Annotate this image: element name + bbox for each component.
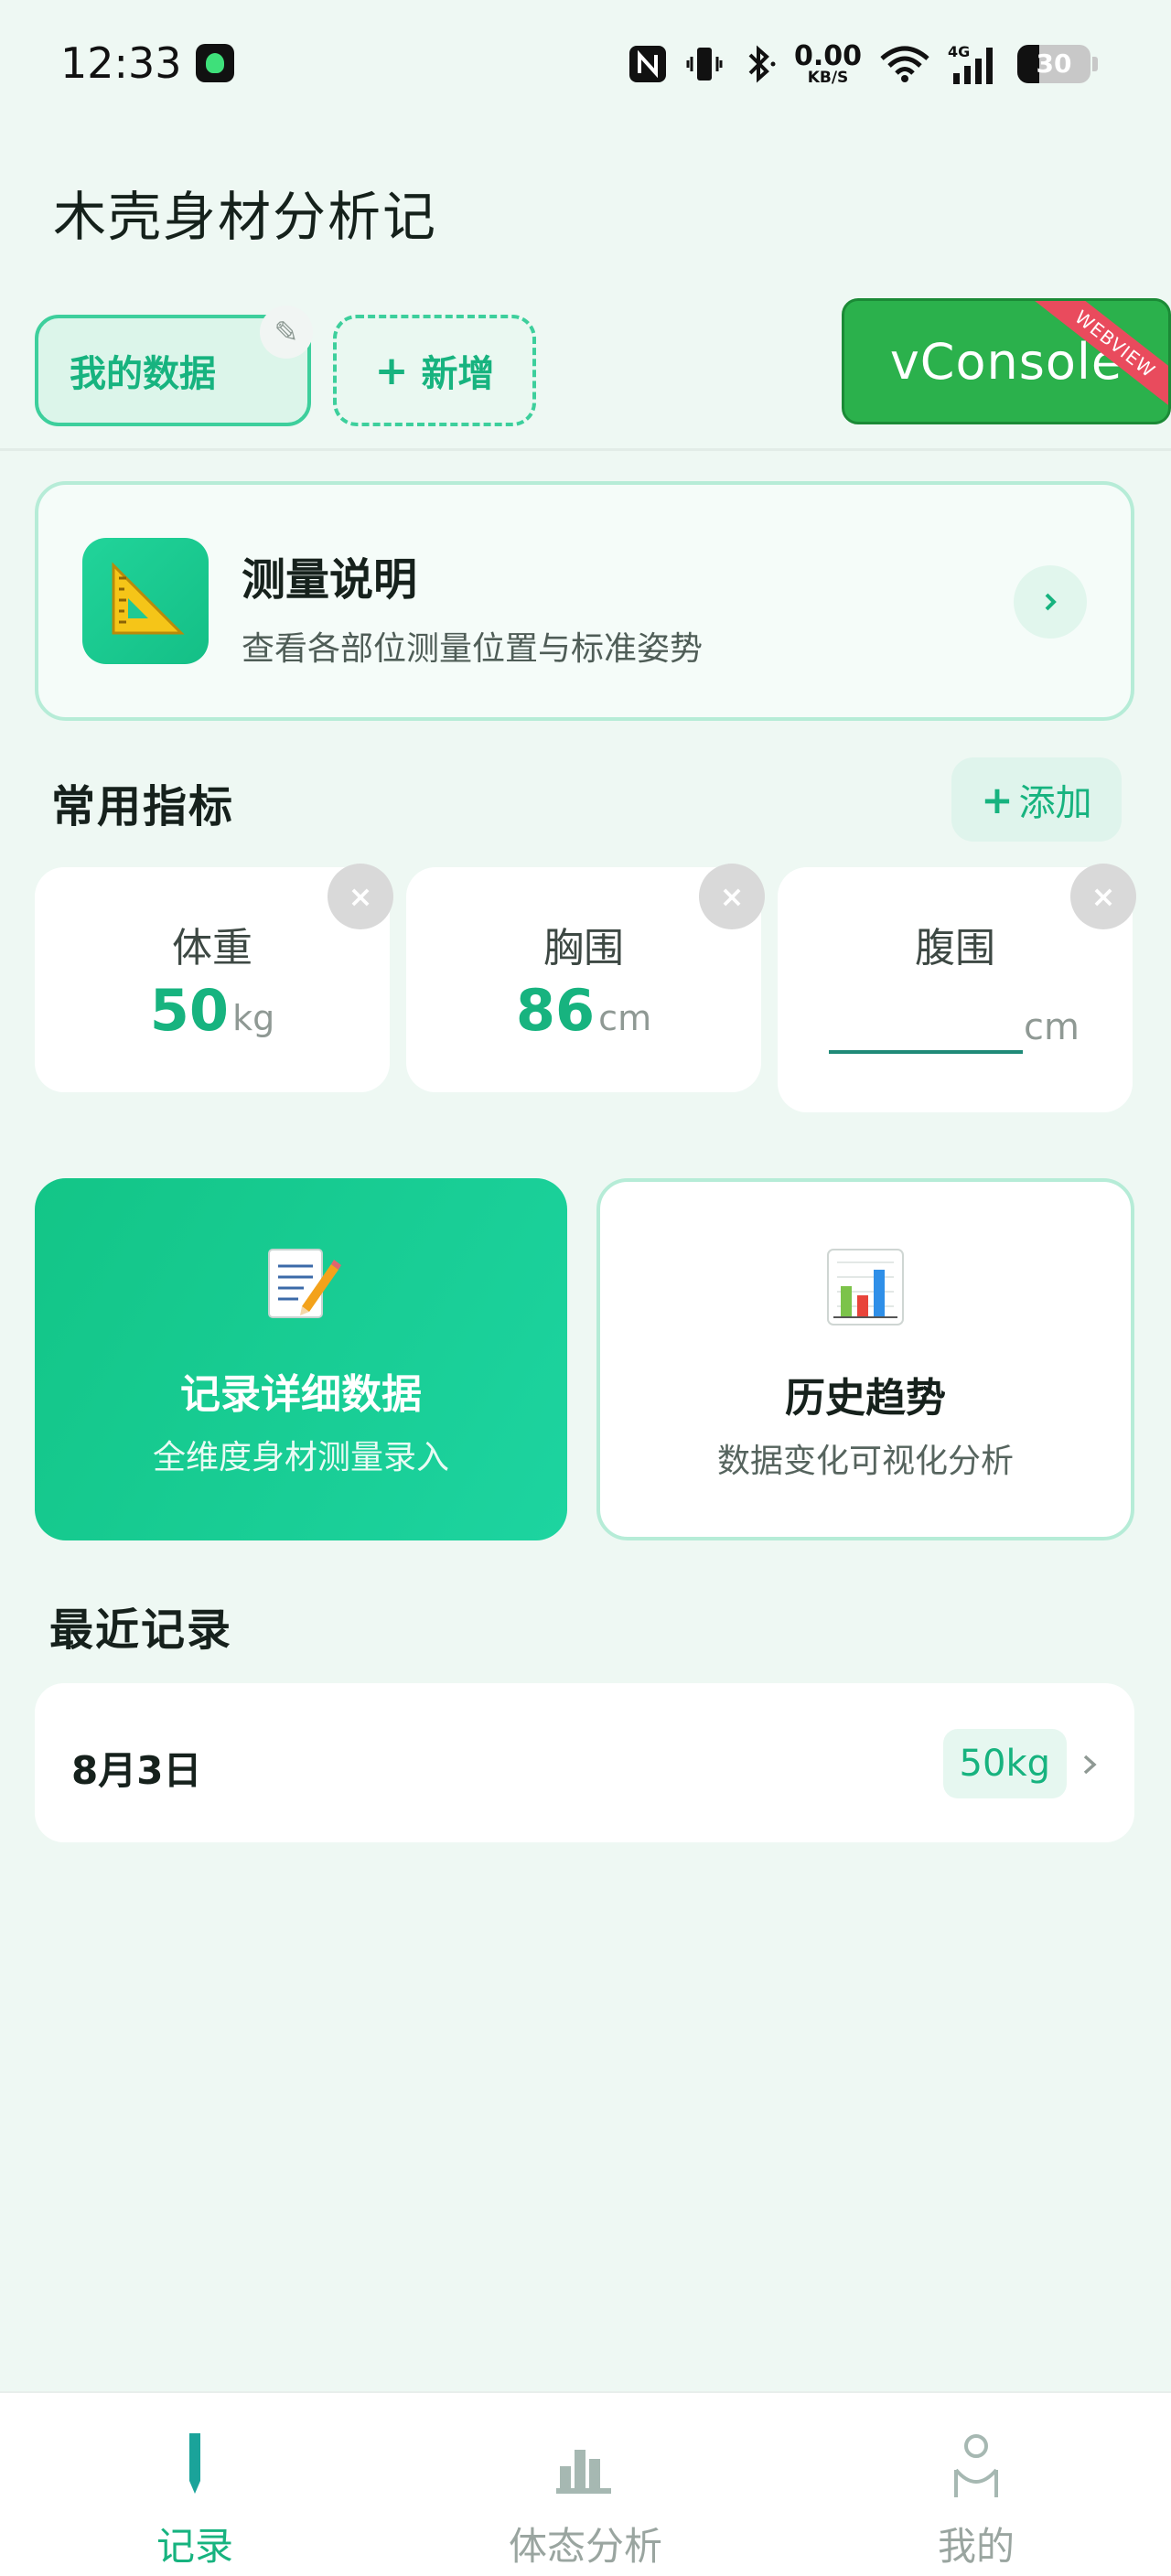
metric-card-waist[interactable]: × 腹围 cm — [778, 864, 1136, 1112]
bar-chart-icon — [556, 2450, 611, 2494]
net-speed-value: 0.00 — [793, 39, 862, 72]
net-speed-unit: KB/S — [807, 68, 849, 87]
bluetooth-icon — [748, 45, 776, 83]
network-type: 4G — [948, 43, 970, 60]
metric-card-chest[interactable]: × 胸围 86 cm — [406, 864, 765, 1092]
metric-card-weight[interactable]: × 体重 50 kg — [35, 864, 393, 1092]
edit-pencil-icon[interactable]: ✎ — [260, 306, 313, 359]
metric-unit: kg — [232, 998, 275, 1038]
memo-pencil-icon — [268, 1249, 341, 1318]
metric-number: 50 — [149, 977, 230, 1044]
measurement-guide-card[interactable]: 测量说明 查看各部位测量位置与标准姿势 — [35, 481, 1134, 721]
app-screen: 12:33 0.00 KB/S 4G 30 木壳身材分析记 我的数据 ✎ + 新… — [0, 0, 1171, 2576]
record-detail-button[interactable]: 记录详细数据 全维度身材测量录入 — [35, 1178, 567, 1540]
nav-tab-record[interactable]: 记录 — [0, 2393, 390, 2576]
nav-tab-label: 记录 — [156, 2524, 233, 2569]
tab-my-data[interactable]: 我的数据 ✎ — [35, 306, 313, 426]
metric-name: 体重 — [172, 925, 252, 971]
record-date: 8月3日 — [71, 1748, 202, 1793]
vconsole-button[interactable]: vConsole WEBVIEW — [842, 298, 1171, 424]
person-icon — [954, 2434, 998, 2497]
record-weight-badge: 50kg — [942, 1729, 1067, 1798]
status-bar: 12:33 0.00 KB/S 4G 30 — [0, 0, 1171, 128]
tab-my-data-label: 我的数据 — [70, 353, 216, 395]
plus-icon: + — [981, 777, 1014, 822]
metric-value: 50 kg — [35, 977, 390, 1044]
music-app-notification-icon — [196, 44, 234, 82]
nav-tab-label: 体态分析 — [508, 2524, 662, 2569]
bar-chart-icon — [827, 1249, 904, 1326]
metric-name: 腹围 — [915, 925, 995, 971]
chevron-right-icon — [1083, 1755, 1097, 1775]
guide-subtitle: 查看各部位测量位置与标准姿势 — [242, 630, 704, 668]
net-speed: 0.00 KB/S — [793, 39, 862, 87]
page-title: 木壳身材分析记 — [53, 186, 438, 248]
cellular-signal-icon: 4G — [948, 43, 993, 84]
status-time: 12:33 — [60, 38, 182, 88]
pen-icon — [189, 2433, 200, 2494]
list-item[interactable]: 8月3日 50kg — [35, 1683, 1134, 1842]
history-trend-button[interactable]: 历史趋势 数据变化可视化分析 — [596, 1178, 1134, 1540]
add-profile-label: 新增 — [421, 353, 495, 395]
waist-input[interactable] — [829, 1004, 1023, 1054]
plus-icon: + — [374, 347, 409, 394]
bottom-nav: 记录 体态分析 我的 — [0, 2391, 1171, 2576]
add-metric-label: 添加 — [1018, 782, 1092, 824]
record-detail-subtitle: 全维度身材测量录入 — [152, 1439, 449, 1476]
history-trend-title: 历史趋势 — [785, 1375, 946, 1422]
common-metrics-title: 常用指标 — [51, 781, 235, 832]
add-metric-button[interactable]: + 添加 — [951, 757, 1122, 842]
wifi-icon — [880, 46, 929, 82]
record-detail-title: 记录详细数据 — [180, 1371, 422, 1418]
nav-tab-mine[interactable]: 我的 — [781, 2393, 1171, 2576]
metric-number: 86 — [515, 977, 596, 1044]
add-profile-button[interactable]: + 新增 — [333, 315, 536, 426]
metric-unit: cm — [1024, 1006, 1080, 1048]
battery-tip — [1092, 57, 1098, 71]
recent-records-title: 最近记录 — [49, 1605, 233, 1656]
vibrate-icon — [686, 48, 723, 80]
metric-unit: cm — [598, 998, 652, 1038]
status-icons: 0.00 KB/S 4G 30 — [628, 37, 1098, 91]
header-divider — [0, 448, 1171, 451]
chevron-right-icon[interactable] — [1014, 565, 1087, 639]
nav-tab-posture-analysis[interactable]: 体态分析 — [391, 2393, 780, 2576]
history-trend-subtitle: 数据变化可视化分析 — [716, 1443, 1014, 1480]
guide-title: 测量说明 — [242, 554, 418, 606]
battery-icon: 30 — [1017, 45, 1090, 83]
battery-text: 30 — [1036, 48, 1072, 79]
metric-name: 胸围 — [543, 925, 624, 971]
nav-tab-label: 我的 — [937, 2524, 1015, 2569]
metric-value: 86 cm — [406, 977, 761, 1044]
triangle-ruler-icon — [82, 538, 209, 664]
nfc-icon — [628, 46, 666, 82]
